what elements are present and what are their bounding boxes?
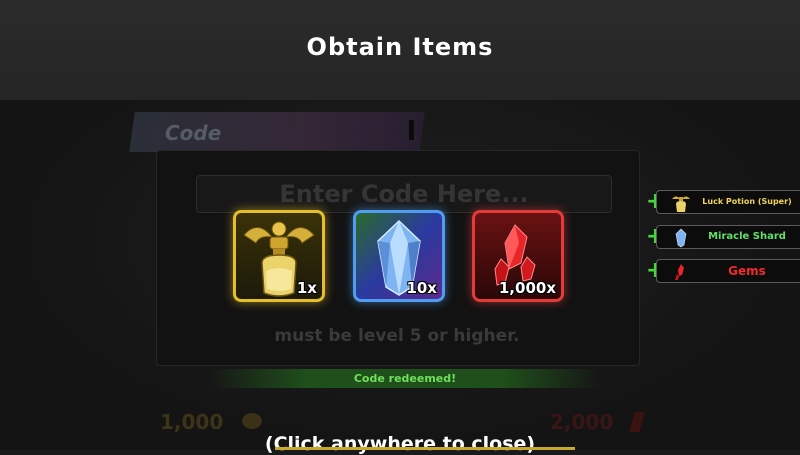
reward-card-luck-potion[interactable]: 1x	[233, 210, 325, 302]
notification-label: Miracle Shard	[708, 231, 786, 242]
luck-potion-icon	[672, 196, 690, 212]
close-hint[interactable]: (Click anywhere to close)	[0, 433, 800, 455]
notification-miracle-shard: Miracle Shard	[656, 225, 800, 249]
code-tab-label: Code	[165, 121, 222, 145]
reward-quantity: 1x	[296, 279, 317, 297]
notification-gems: Gems	[656, 259, 800, 283]
reward-card-miracle-shard[interactable]: 10x	[353, 210, 445, 302]
notification-luck-potion: Luck Potion (Super)	[656, 190, 800, 214]
coin-icon	[242, 413, 262, 429]
page-title: Obtain Items	[306, 33, 494, 61]
code-input[interactable]: Enter Code Here...	[196, 175, 612, 213]
reward-quantity: 1,000x	[498, 279, 556, 297]
tab-marker	[409, 120, 414, 140]
coin-count: 1,000	[160, 410, 224, 434]
gem-count: 2,000	[550, 410, 614, 434]
notification-label: Luck Potion (Super)	[702, 197, 792, 206]
code-status-banner: Code redeemed!	[210, 369, 600, 388]
level-requirement-note: must be level 5 or higher.	[274, 326, 520, 346]
miracle-shard-icon	[675, 228, 687, 248]
gems-icon	[675, 264, 684, 280]
reward-card-gems[interactable]: 1,000x	[472, 210, 564, 302]
notification-label: Gems	[728, 264, 766, 278]
reward-quantity: 10x	[406, 279, 437, 297]
